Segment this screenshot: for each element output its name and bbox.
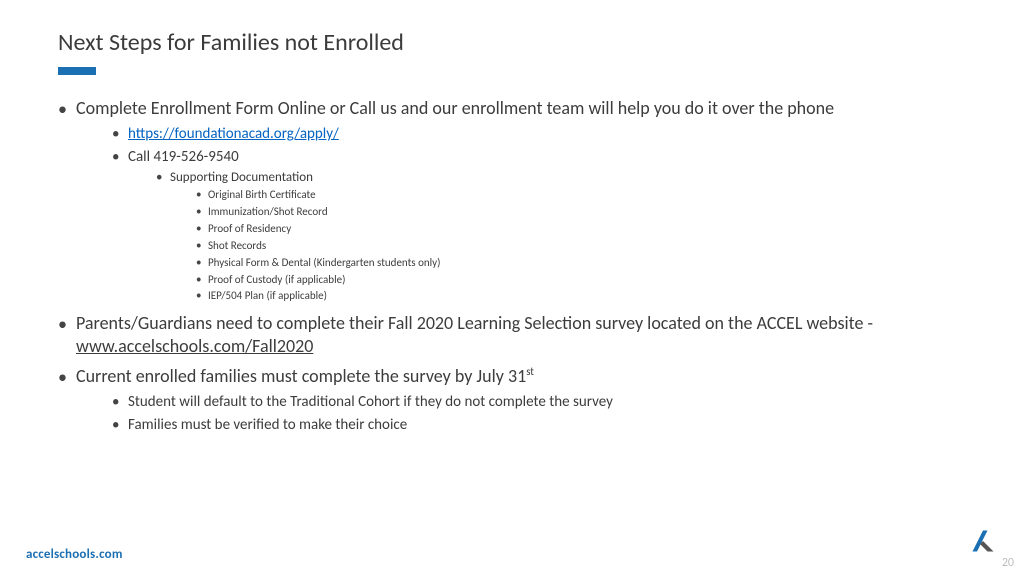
- list-item: •Physical Form & Dental (Kindergarten st…: [196, 256, 966, 271]
- list-item: • Call 419-526-9540 • Supporting Documen…: [112, 148, 966, 304]
- bullet-list-level4: •Original Birth Certificate •Immunizatio…: [196, 188, 966, 304]
- enrollment-link[interactable]: https://foundationacad.org/apply/: [128, 125, 339, 143]
- bullet-icon: •: [196, 188, 208, 202]
- bullet-icon: •: [196, 256, 208, 270]
- bullet-icon: •: [196, 205, 208, 219]
- page-number: 20: [1002, 556, 1014, 570]
- bullet-list-level2: •Student will default to the Traditional…: [112, 393, 966, 436]
- bullet-icon: •: [156, 170, 170, 186]
- slide: Next Steps for Families not Enrolled • C…: [0, 0, 1024, 576]
- list-item: •Student will default to the Traditional…: [112, 393, 966, 413]
- accel-logo-icon: [968, 526, 998, 556]
- item-text: Complete Enrollment Form Online or Call …: [76, 97, 834, 120]
- list-item: •Families must be verified to make their…: [112, 416, 966, 436]
- list-item: •IEP/504 Plan (if applicable): [196, 289, 966, 304]
- list-item: • Supporting Documentation •Original Bir…: [156, 170, 966, 305]
- accel-link[interactable]: www.accelschools.com/Fall2020: [76, 335, 313, 357]
- bullet-icon: •: [58, 312, 76, 336]
- list-item: •Original Birth Certificate: [196, 188, 966, 203]
- bullet-icon: •: [112, 393, 128, 412]
- bullet-icon: •: [58, 97, 76, 121]
- footer-url: accelschools.com: [26, 547, 123, 562]
- bullet-list-level3: • Supporting Documentation •Original Bir…: [156, 170, 966, 305]
- call-text: Call 419-526-9540: [128, 148, 239, 168]
- list-item: •Immunization/Shot Record: [196, 205, 966, 220]
- item-text: Parents/Guardians need to complete their…: [76, 312, 966, 357]
- bullet-icon: •: [112, 416, 128, 435]
- list-item: • Complete Enrollment Form Online or Cal…: [58, 97, 966, 304]
- bullet-icon: •: [112, 148, 128, 167]
- bullet-list-level1: • Complete Enrollment Form Online or Cal…: [58, 97, 966, 436]
- list-item: • Current enrolled families must complet…: [58, 365, 966, 436]
- list-item: •Proof of Residency: [196, 222, 966, 237]
- list-item: •Proof of Custody (if applicable): [196, 273, 966, 288]
- bullet-icon: •: [58, 365, 76, 389]
- bullet-icon: •: [196, 222, 208, 236]
- bullet-icon: •: [196, 239, 208, 253]
- bullet-list-level2: • https://foundationacad.org/apply/ • Ca…: [112, 125, 966, 305]
- bullet-icon: •: [112, 125, 128, 144]
- bullet-icon: •: [196, 289, 208, 303]
- accent-bar: [58, 67, 96, 75]
- list-item: • Parents/Guardians need to complete the…: [58, 312, 966, 357]
- docs-header: Supporting Documentation: [170, 170, 313, 187]
- list-item: • https://foundationacad.org/apply/: [112, 125, 966, 145]
- bullet-icon: •: [196, 273, 208, 287]
- item-text: Current enrolled families must complete …: [76, 365, 534, 388]
- page-title: Next Steps for Families not Enrolled: [58, 28, 966, 57]
- list-item: •Shot Records: [196, 239, 966, 254]
